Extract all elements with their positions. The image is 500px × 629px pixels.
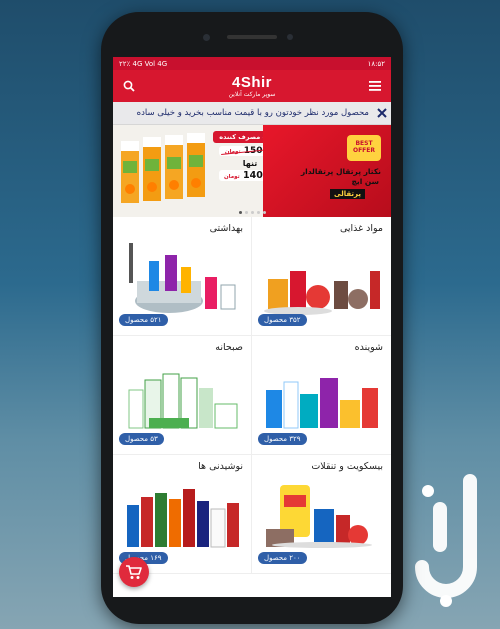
banner-subtitle: سن ایچ <box>351 177 379 186</box>
brand-name: 4Shir <box>231 73 272 91</box>
brand-logo[interactable]: 4Shir سوپر مارکت آنلاین <box>229 75 276 98</box>
front-camera <box>203 34 210 41</box>
cart-button[interactable] <box>119 557 149 587</box>
category-card[interactable]: صبحانه ۵۳ محصول <box>113 336 252 455</box>
currency-label: تومان <box>224 149 241 155</box>
category-image <box>264 271 380 315</box>
close-icon[interactable] <box>373 104 391 122</box>
slider-dot[interactable] <box>262 211 266 214</box>
slider-dot[interactable] <box>256 211 260 214</box>
category-title: شوینده <box>354 342 383 353</box>
product-count-badge: ۵۲۱ محصول <box>119 314 168 326</box>
category-card[interactable]: بیسکویت و تنقلات ۲۰۰ محصول <box>252 455 391 574</box>
announcement-bar: محصول مورد نظر خودتون رو با قیمت مناسب ب… <box>113 102 391 125</box>
category-image <box>128 373 238 429</box>
category-card[interactable]: شوینده ۳۲۹ محصول <box>252 336 391 455</box>
shopping-cart-icon <box>126 565 142 579</box>
status-time: ۱۸:۵۲ <box>367 59 385 68</box>
speaker <box>227 35 277 39</box>
proximity-sensor <box>287 34 293 40</box>
category-image <box>266 378 378 429</box>
hamburger-menu-icon[interactable] <box>367 78 383 94</box>
currency-label: تومان <box>223 174 240 180</box>
slider-dot[interactable] <box>250 211 254 214</box>
brand-subtitle: سوپر مارکت آنلاین <box>228 90 276 98</box>
category-image <box>127 489 239 548</box>
app-bar: 4Shir سوپر مارکت آنلاین <box>113 70 391 102</box>
phone-frame: ۲۲٪ 4G Vol 4G ۱۸:۵۲ 4Shir سوپر مارکت آنل… <box>101 12 403 624</box>
category-card[interactable]: بهداشتی ۵۲۱ محصول <box>113 217 252 336</box>
category-title: بهداشتی <box>209 223 243 234</box>
slider-dots <box>113 211 391 214</box>
juice-cartons-image <box>121 133 205 203</box>
category-title: صبحانه <box>215 342 243 353</box>
slider-dot[interactable] <box>238 211 242 214</box>
best-offer-badge: BEST OFFER <box>347 135 381 161</box>
app-screen: ۲۲٪ 4G Vol 4G ۱۸:۵۲ 4Shir سوپر مارکت آنل… <box>113 57 391 597</box>
category-title: مواد غذایی <box>339 223 383 234</box>
status-indicators: ۲۲٪ 4G Vol 4G <box>119 59 168 68</box>
product-count-badge: ۵۳ محصول <box>119 433 164 445</box>
category-title: بیسکویت و تنقلات <box>311 461 383 472</box>
promo-banner[interactable]: قیمت مصرف کننده 15000 تومان تنها 14000 ت… <box>113 125 391 217</box>
search-icon[interactable] <box>121 78 137 94</box>
category-title: نوشیدنی ها <box>198 461 243 472</box>
slider-dot[interactable] <box>244 211 248 214</box>
product-count-badge: ۳۵۲ محصول <box>258 314 307 326</box>
status-bar: ۲۲٪ 4G Vol 4G ۱۸:۵۲ <box>113 57 391 70</box>
category-card[interactable]: مواد غذایی ۳۵۲ محصول <box>252 217 391 336</box>
product-count-badge: ۳۲۹ محصول <box>258 433 307 445</box>
category-image <box>129 243 236 313</box>
category-grid: بهداشتی ۵۲۱ محصول مواد غذایی ۳۵۲ محصول صبحان… <box>113 217 391 574</box>
product-count-badge: ۲۰۰ محصول <box>258 552 307 564</box>
banner-brand: پرتقالی <box>330 189 365 199</box>
banner-offer-panel: BEST OFFER نکتار پرتقال پرتقالدار سن ایچ… <box>263 125 391 217</box>
banner-title: نکتار پرتقال پرتقالدار <box>300 167 381 176</box>
announcement-text: محصول مورد نظر خودتون رو با قیمت مناسب ب… <box>136 108 369 118</box>
category-image <box>266 485 372 548</box>
bazaar-logo-watermark <box>415 474 477 607</box>
